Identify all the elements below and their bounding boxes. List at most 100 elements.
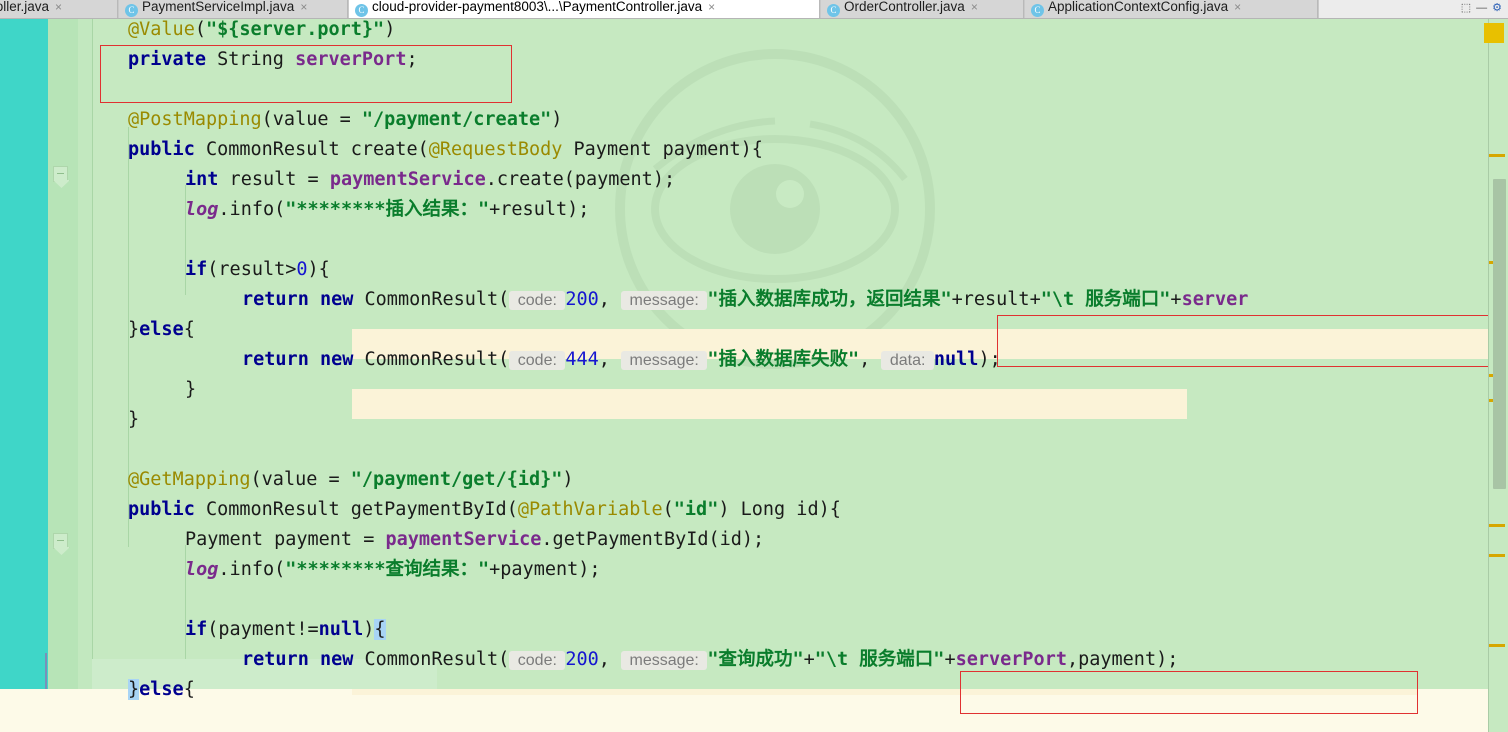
code-token: } — [128, 679, 140, 700]
code-token: "\t 服务端口" — [1040, 289, 1171, 310]
code-line-text: @PostMapping(value = "/payment/create") — [0, 105, 562, 135]
code-line[interactable]: log.info("********查询结果："+payment); — [0, 555, 1508, 585]
warning-marker[interactable] — [1489, 644, 1505, 647]
code-line[interactable]: @Value("${server.port}") — [0, 19, 1508, 45]
code-token: } — [185, 379, 197, 400]
code-token: if — [185, 619, 208, 640]
code-token: ; — [406, 49, 418, 70]
code-token: null — [933, 349, 979, 370]
code-line-text: Payment payment = paymentService.getPaym… — [0, 525, 764, 555]
code-line-text: if(payment!=null){ — [0, 615, 386, 645]
code-line[interactable]: Payment payment = paymentService.getPaym… — [0, 525, 1508, 555]
code-token: String — [205, 49, 296, 70]
code-line[interactable]: @GetMapping(value = "/payment/get/{id}") — [0, 465, 1508, 495]
tab-label: cloud-provider-payment8003\...\PaymentCo… — [372, 0, 703, 14]
code-line[interactable]: } — [0, 405, 1508, 435]
code-token: + — [1170, 289, 1182, 310]
tab-bar-controls[interactable]: ⬚ — ⚙ — [1458, 1, 1504, 14]
code-token: CommonResult getPaymentById( — [194, 499, 518, 520]
code-line[interactable]: if(payment!=null){ — [0, 615, 1508, 645]
code-token: (value = — [250, 469, 351, 490]
code-token: code: — [509, 651, 566, 670]
code-line[interactable]: @PostMapping(value = "/payment/create") — [0, 105, 1508, 135]
code-line-text: public CommonResult getPaymentById(@Path… — [0, 495, 841, 525]
code-token: else — [139, 679, 184, 700]
code-token: message: — [621, 351, 708, 370]
split-icon[interactable]: ⬚ — [1461, 1, 1473, 14]
code-line[interactable] — [0, 435, 1508, 465]
tab-paymentserviceimpl-java[interactable]: C PaymentServiceImpl.java × — [118, 0, 348, 18]
close-icon[interactable]: × — [971, 0, 978, 14]
code-line[interactable]: private String serverPort; — [0, 45, 1508, 75]
code-token: "${server.port}" — [205, 19, 385, 40]
code-line-text: int result = paymentService.create(payme… — [0, 165, 675, 195]
code-token: 0 — [296, 259, 308, 280]
close-icon[interactable]: × — [708, 0, 715, 14]
settings-icon[interactable]: ⚙ — [1492, 1, 1504, 14]
code-line[interactable] — [0, 225, 1508, 255]
code-line[interactable]: } — [0, 375, 1508, 405]
code-line[interactable]: public CommonResult getPaymentById(@Path… — [0, 495, 1508, 525]
code-token: serverPort — [295, 49, 407, 70]
code-token: +result); — [489, 199, 590, 220]
code-token: server — [1181, 289, 1249, 310]
code-token: new — [319, 649, 354, 670]
warning-marker[interactable] — [1489, 154, 1505, 157]
code-line-text: }else{ — [0, 315, 195, 345]
java-class-icon: C — [125, 4, 138, 17]
code-token: code: — [509, 351, 566, 370]
close-icon[interactable]: × — [300, 0, 307, 14]
code-token: CommonResult create( — [194, 139, 429, 160]
tab-ntroller-java[interactable]: Cntroller.java× — [0, 0, 118, 18]
code-token: new — [319, 289, 354, 310]
code-token: @Value — [128, 19, 195, 40]
code-token: .create(payment); — [485, 169, 676, 190]
close-icon[interactable]: × — [1234, 0, 1241, 14]
warning-marker[interactable] — [1489, 554, 1505, 557]
code-token: return — [242, 289, 309, 310]
code-line-text: @Value("${server.port}") — [0, 19, 395, 45]
code-token: + — [803, 649, 815, 670]
code-line[interactable]: if(result>0){ — [0, 255, 1508, 285]
java-class-icon: C — [827, 4, 840, 17]
code-line[interactable]: }else{ — [0, 675, 1508, 705]
code-line[interactable]: }else{ — [0, 315, 1508, 345]
code-token: log — [185, 199, 219, 220]
java-class-icon: C — [1031, 4, 1044, 17]
code-token: +result+ — [951, 289, 1041, 310]
code-line[interactable]: return new CommonResult( code: 200, mess… — [0, 285, 1508, 315]
code-line[interactable] — [0, 75, 1508, 105]
code-line[interactable]: public CommonResult create(@RequestBody … — [0, 135, 1508, 165]
editor-marker-bar[interactable] — [1488, 19, 1508, 732]
code-line[interactable]: int result = paymentService.create(payme… — [0, 165, 1508, 195]
code-token: @PostMapping — [128, 109, 262, 130]
code-token: { — [183, 679, 195, 700]
tab-applicationcontextconfig-java[interactable]: C ApplicationContextConfig.java × — [1024, 0, 1318, 18]
tab-ordercontroller-java[interactable]: C OrderController.java × — [820, 0, 1024, 18]
code-token: paymentService — [329, 169, 486, 190]
warning-marker[interactable] — [1489, 524, 1505, 527]
editor-tab-bar[interactable]: Cntroller.java × C PaymentServiceImpl.java… — [0, 0, 1508, 19]
code-token: ) — [562, 469, 574, 490]
code-token: serverPort — [955, 649, 1067, 670]
code-token: } — [128, 409, 140, 430]
code-token: "插入数据库失败" — [707, 349, 860, 370]
code-line[interactable]: return new CommonResult( code: 200, mess… — [0, 645, 1508, 675]
editor-scrollbar-thumb[interactable] — [1493, 179, 1506, 489]
close-icon[interactable]: × — [55, 0, 62, 14]
code-editor[interactable]: @Value("${server.port}") private String s… — [0, 19, 1508, 732]
tab-paymentcontroller-java[interactable]: Ccloud-provider-payment8003\...\PaymentC… — [348, 0, 820, 18]
code-token: return — [242, 349, 309, 370]
code-line-text: return new CommonResult( code: 444, mess… — [0, 345, 1001, 376]
code-text-area[interactable]: @Value("${server.port}") private String s… — [0, 19, 1508, 732]
code-line-text: } — [0, 405, 139, 435]
code-line[interactable]: return new CommonResult( code: 444, mess… — [0, 345, 1508, 375]
minimize-icon[interactable]: — — [1476, 2, 1489, 14]
code-line[interactable] — [0, 585, 1508, 615]
code-token: public — [128, 139, 195, 160]
code-line[interactable]: log.info("********插入结果："+result); — [0, 195, 1508, 225]
inspection-status-indicator[interactable] — [1484, 23, 1504, 43]
code-token: else — [139, 319, 184, 340]
